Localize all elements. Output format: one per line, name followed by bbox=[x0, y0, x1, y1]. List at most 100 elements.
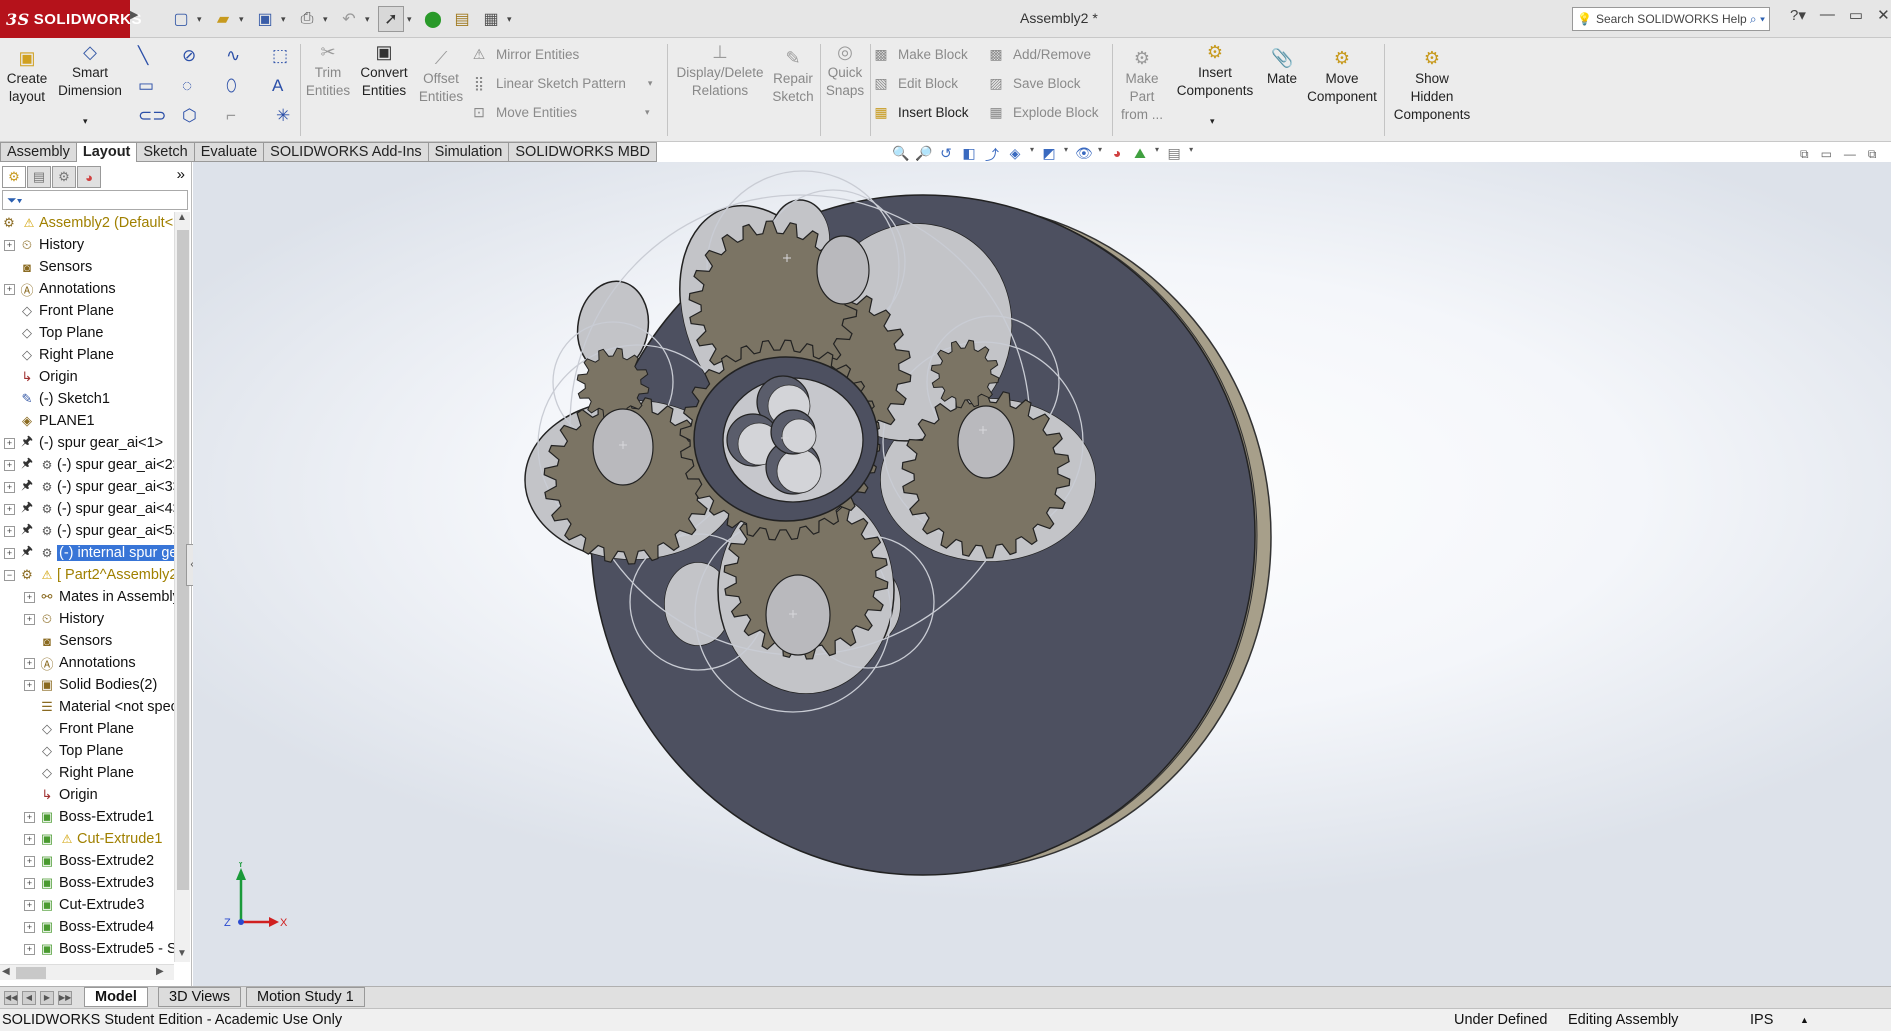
tab-evaluate[interactable]: Evaluate bbox=[194, 142, 265, 162]
expand-icon[interactable]: + bbox=[24, 613, 35, 625]
pattern-dropdown-icon[interactable]: ▾ bbox=[648, 78, 653, 89]
point-icon[interactable]: ✳ bbox=[276, 106, 290, 126]
select-dropdown-icon[interactable]: ▾ bbox=[407, 14, 417, 25]
save-dropdown-icon[interactable]: ▾ bbox=[281, 14, 291, 25]
tree-item-part-top-plane[interactable]: ◇ Top Plane bbox=[38, 740, 124, 762]
print-dropdown-icon[interactable]: ▾ bbox=[323, 14, 333, 25]
tree-item-right-plane[interactable]: ◇ Right Plane bbox=[18, 344, 114, 366]
expand-icon[interactable]: + bbox=[4, 239, 15, 251]
open-folder-icon[interactable]: ▰ bbox=[210, 6, 236, 32]
expand-icon[interactable]: + bbox=[24, 899, 35, 911]
prev-tab-icon[interactable]: ◀ bbox=[22, 991, 36, 1005]
tree-item-annotations[interactable]: + Ⓐ Annotations bbox=[4, 278, 116, 300]
tree-horizontal-scrollbar[interactable]: ◀ ▶ bbox=[0, 964, 174, 980]
line-icon[interactable]: ╲ bbox=[138, 46, 148, 66]
save-icon[interactable]: ▣ bbox=[252, 6, 278, 32]
tree-item-front-plane[interactable]: ◇ Front Plane bbox=[18, 300, 114, 322]
tree-item-top-plane[interactable]: ◇ Top Plane bbox=[18, 322, 104, 344]
tab-layout[interactable]: Layout bbox=[76, 142, 138, 162]
close-icon[interactable]: ✕ bbox=[1877, 6, 1890, 24]
new-document-icon[interactable]: ▢ bbox=[168, 6, 194, 32]
options-icon[interactable]: ▦ bbox=[478, 6, 504, 32]
tree-item-part-history[interactable]: + ⏲ History bbox=[24, 608, 104, 630]
offset-entities-button[interactable]: ⟋ Offset Entities bbox=[414, 44, 468, 106]
smart-dimension-dropdown-icon[interactable]: ▾ bbox=[83, 112, 88, 130]
tab-mbd[interactable]: SOLIDWORKS MBD bbox=[509, 142, 657, 162]
help-icon[interactable]: ?▾ bbox=[1790, 6, 1806, 24]
expand-icon[interactable]: + bbox=[4, 481, 15, 493]
display-delete-relations-button[interactable]: ⊥ Display/Delete Relations bbox=[672, 38, 768, 100]
make-part-from-block-button[interactable]: ⚙ Make Part from ... bbox=[1114, 44, 1170, 124]
tree-item-sensors[interactable]: ◙ Sensors bbox=[18, 256, 92, 278]
move-component-button[interactable]: ⚙ Move Component bbox=[1304, 44, 1380, 106]
tree-item-part-annotations[interactable]: + Ⓐ Annotations bbox=[24, 652, 136, 674]
scroll-down-icon[interactable]: ▼ bbox=[177, 948, 187, 959]
ellipse-icon[interactable]: ⬯ bbox=[226, 76, 237, 96]
feature-manager-tab-icon[interactable]: ⚙ bbox=[2, 166, 26, 188]
tree-item-part-sensors[interactable]: ◙ Sensors bbox=[38, 630, 112, 652]
menu-expand-icon[interactable]: ▶ bbox=[130, 8, 138, 21]
viewport-minimize-icon[interactable]: ▭ bbox=[1821, 147, 1832, 162]
tree-item-virtual-part[interactable]: − ⚙ ⚠ [ Part2^Assembly2 ] bbox=[4, 564, 174, 586]
tab-addins[interactable]: SOLIDWORKS Add-Ins bbox=[264, 142, 429, 162]
trim-entities-button[interactable]: ✂ Trim Entities bbox=[302, 38, 354, 100]
tree-item-boss-extrude4[interactable]: + ▣ Boss-Extrude4 bbox=[24, 916, 154, 938]
expand-icon[interactable]: + bbox=[24, 921, 35, 933]
property-manager-tab-icon[interactable]: ▤ bbox=[27, 166, 51, 188]
explode-block-button[interactable]: ▦ Explode Block bbox=[987, 104, 1098, 121]
fillet-icon[interactable]: ⌐ bbox=[226, 106, 236, 126]
print-icon[interactable]: ⎙ bbox=[294, 6, 320, 32]
slot-icon[interactable]: ⊂⊃ bbox=[138, 106, 167, 126]
polygon-icon[interactable]: ⬡ bbox=[182, 106, 197, 126]
expand-icon[interactable]: + bbox=[24, 591, 35, 603]
tree-item-cut-extrude1[interactable]: + ▣ ⚠ Cut-Extrude1 bbox=[24, 828, 162, 850]
expand-icon[interactable]: + bbox=[24, 877, 35, 889]
move-entities-button[interactable]: ⊡ Move Entities ▾ bbox=[470, 104, 649, 121]
make-block-button[interactable]: ▩ Make Block bbox=[872, 46, 967, 63]
tree-item-spur-gear-2[interactable]: + 🖈 ⚙ (-) spur gear_ai<2> bbox=[4, 454, 174, 476]
display-manager-tab-icon[interactable]: ◕ bbox=[77, 166, 101, 188]
tree-item-origin[interactable]: ↳ Origin bbox=[18, 366, 78, 388]
rebuild-icon[interactable]: ⬤ bbox=[420, 6, 446, 32]
restore-icon[interactable]: ▭ bbox=[1849, 6, 1863, 24]
tree-item-internal-spur-gear[interactable]: + 🖈 ⚙ (-) internal spur gear bbox=[4, 542, 174, 564]
next-tab-icon[interactable]: ▶ bbox=[40, 991, 54, 1005]
first-tab-icon[interactable]: ◀◀ bbox=[4, 991, 18, 1005]
units-dropdown-icon[interactable]: ▲ bbox=[1800, 1009, 1809, 1031]
graphics-area[interactable]: Y X Z bbox=[193, 162, 1891, 986]
select-arrow-icon[interactable]: ➚ bbox=[378, 6, 404, 32]
expand-icon[interactable]: + bbox=[24, 657, 35, 669]
insert-components-button[interactable]: ⚙ Insert Components bbox=[1174, 38, 1256, 100]
tree-item-solid-bodies[interactable]: + ▣ Solid Bodies(2) bbox=[24, 674, 157, 696]
tab-assembly[interactable]: Assembly bbox=[0, 142, 77, 162]
tree-item-history[interactable]: + ⏲ History bbox=[4, 234, 84, 256]
last-tab-icon[interactable]: ▶▶ bbox=[58, 991, 72, 1005]
expand-icon[interactable]: + bbox=[4, 437, 15, 449]
expand-icon[interactable]: + bbox=[24, 833, 35, 845]
undo-icon[interactable]: ↶ bbox=[336, 6, 362, 32]
minimize-icon[interactable]: — bbox=[1820, 6, 1835, 24]
new-dropdown-icon[interactable]: ▾ bbox=[197, 14, 207, 25]
planetary-gear-model[interactable] bbox=[193, 162, 1891, 986]
sketch-fillet-icon[interactable]: ⬚ bbox=[272, 46, 288, 66]
tree-filter-icon[interactable]: ⏷▾ bbox=[2, 190, 188, 210]
tab-sketch[interactable]: Sketch bbox=[137, 142, 195, 162]
expand-icon[interactable]: + bbox=[4, 525, 15, 537]
tree-item-sketch1[interactable]: ✎ (-) Sketch1 bbox=[18, 388, 110, 410]
search-icon[interactable]: ⌕ ▾ bbox=[1750, 12, 1769, 27]
scroll-up-icon[interactable]: ▲ bbox=[177, 212, 187, 223]
scroll-left-icon[interactable]: ◀ bbox=[2, 966, 10, 977]
tree-item-spur-gear-4[interactable]: + 🖈 ⚙ (-) spur gear_ai<4> bbox=[4, 498, 174, 520]
tree-item-spur-gear-1[interactable]: + 🖈 (-) spur gear_ai<1> bbox=[4, 432, 163, 454]
smart-dimension-button[interactable]: ◇ Smart Dimension bbox=[56, 38, 124, 100]
file-properties-icon[interactable]: ▤ bbox=[449, 6, 475, 32]
viewport-split-icon[interactable]: ⧉ bbox=[1800, 147, 1809, 162]
mate-button[interactable]: 📎 Mate bbox=[1260, 44, 1304, 88]
spline-icon[interactable]: ∿ bbox=[226, 46, 240, 66]
expand-icon[interactable]: + bbox=[24, 811, 35, 823]
repair-sketch-button[interactable]: ✎ Repair Sketch bbox=[770, 44, 816, 106]
panel-expand-icon[interactable]: » bbox=[177, 166, 185, 183]
tree-item-part-right-plane[interactable]: ◇ Right Plane bbox=[38, 762, 134, 784]
expand-icon[interactable]: + bbox=[24, 855, 35, 867]
insert-block-button[interactable]: ▦ Insert Block bbox=[872, 104, 968, 121]
